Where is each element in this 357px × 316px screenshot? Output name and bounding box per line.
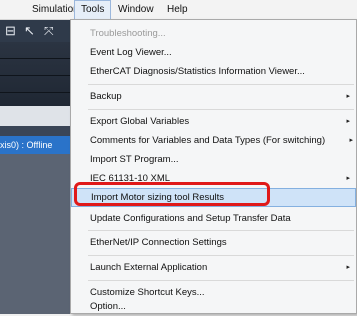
submenu-arrow-icon: ▸ <box>346 264 350 271</box>
pane-tab-strip <box>0 126 70 136</box>
submenu-arrow-icon: ▸ <box>346 175 350 182</box>
submenu-arrow-icon: ▸ <box>349 137 353 144</box>
project-pane <box>0 42 70 106</box>
menu-separator <box>88 255 354 256</box>
cursor-icon[interactable]: ↖ <box>24 23 35 39</box>
tools-menu-dropdown: Troubleshooting... Event Log Viewer... E… <box>70 19 357 314</box>
menu-separator <box>88 230 354 231</box>
menu-separator <box>88 109 354 110</box>
menu-item-comments-for-variables[interactable]: Comments for Variables and Data Types (F… <box>71 131 356 150</box>
menu-item-option[interactable]: Option... <box>71 297 356 316</box>
cross-icon[interactable]: ⤧ <box>44 23 54 39</box>
menu-help[interactable]: Help <box>161 0 194 19</box>
menu-separator <box>88 84 354 85</box>
submenu-arrow-icon: ▸ <box>346 118 350 125</box>
menu-item-import-st-program[interactable]: Import ST Program... <box>71 150 356 169</box>
menu-item-launch-external-application[interactable]: Launch External Application ▸ <box>71 258 356 277</box>
offline-status-row[interactable]: xis0) : Offline <box>0 136 70 154</box>
menu-item-ethercat-diagnosis[interactable]: EtherCAT Diagnosis/Statistics Informatio… <box>71 62 356 81</box>
menu-item-backup[interactable]: Backup ▸ <box>71 87 356 106</box>
pane-header <box>0 106 70 126</box>
submenu-arrow-icon: ▸ <box>346 93 350 100</box>
menu-tools[interactable]: Tools <box>74 0 112 19</box>
menu-bar: Simulation Tools Window Help <box>0 0 357 20</box>
highlight-callout-box <box>74 182 270 206</box>
menu-item-export-global-variables[interactable]: Export Global Variables ▸ <box>71 112 356 131</box>
toolbar: ⊟ ↖ ⤧ <box>0 20 70 42</box>
editor-area <box>0 154 70 314</box>
menu-separator <box>88 280 354 281</box>
menu-item-ethernet-ip-connection-settings[interactable]: EtherNet/IP Connection Settings <box>71 233 356 252</box>
menu-item-event-log-viewer[interactable]: Event Log Viewer... <box>71 43 356 62</box>
tool-icon[interactable]: ⊟ <box>5 23 16 39</box>
menu-item-update-configurations[interactable]: Update Configurations and Setup Transfer… <box>71 209 356 228</box>
menu-item-troubleshooting: Troubleshooting... <box>90 28 166 39</box>
menu-window[interactable]: Window <box>112 0 160 19</box>
